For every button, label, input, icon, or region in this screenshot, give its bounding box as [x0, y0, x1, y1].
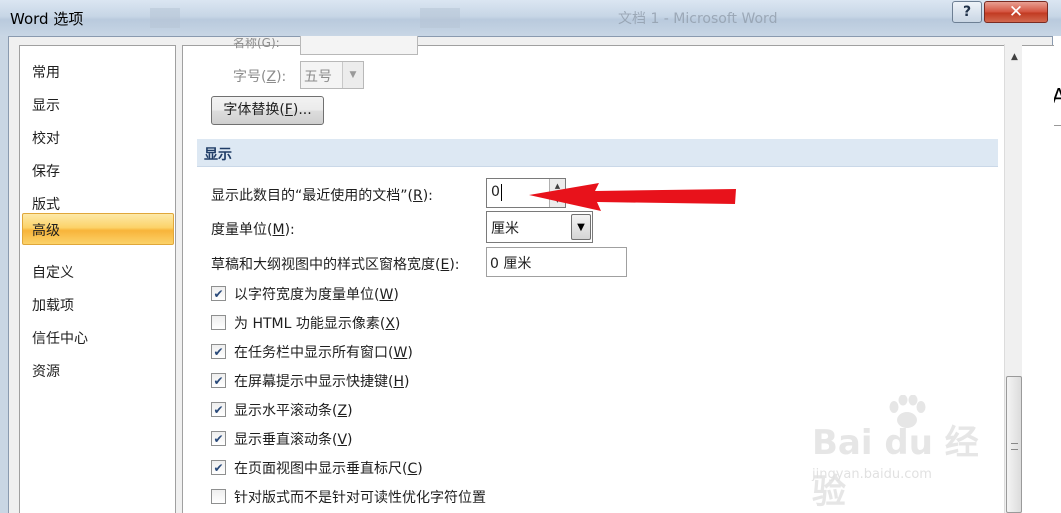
font-substitution-button[interactable]: 字体替换(F)... — [211, 96, 324, 125]
checkbox-label: 以字符宽度为度量单位(W) — [234, 287, 399, 303]
nav-item-trust-center[interactable]: 信任中心 — [32, 328, 88, 348]
chevron-down-icon[interactable]: ▼ — [571, 214, 591, 240]
nav-item-proofing[interactable]: 校对 — [32, 128, 60, 148]
watermark-logo: Bai du 经验 — [812, 423, 979, 512]
title-bar: Word 选项 文档 1 - Microsoft Word ? ✕ — [0, 0, 1061, 36]
nav-item-advanced[interactable]: 高级 — [22, 213, 174, 245]
window-title: Word 选项 — [10, 10, 84, 28]
units-value: 厘米 — [491, 221, 519, 237]
checkbox[interactable] — [211, 489, 226, 504]
checkbox[interactable]: ✔ — [211, 431, 226, 446]
display-section-header: 显示 — [197, 139, 998, 167]
section-title: 显示 — [204, 147, 232, 163]
watermark-url: jingyan.baidu.com — [812, 467, 932, 482]
checkbox[interactable]: ✔ — [211, 373, 226, 388]
nav-item-resources[interactable]: 资源 — [32, 361, 60, 381]
units-label: 度量单位(M): — [211, 222, 295, 238]
checkbox-label: 在页面视图中显示垂直标尺(C) — [234, 461, 423, 477]
font-size-value: 五号 — [304, 69, 332, 85]
checkbox[interactable]: ✔ — [211, 344, 226, 359]
category-list: 常用 显示 校对 保存 版式 高级 自定义 加载项 信任中心 资源 — [19, 45, 176, 513]
chevron-down-icon: ▼ — [342, 62, 363, 88]
font-size-combo[interactable]: 五号 ▼ — [300, 61, 364, 89]
grip-icon — [1011, 443, 1018, 450]
checkbox-label: 为 HTML 功能显示像素(X) — [234, 316, 401, 332]
background-app-title: 文档 1 - Microsoft Word — [618, 11, 778, 27]
style-area-width-input[interactable]: 0 厘米 — [486, 247, 627, 277]
nav-item-advanced-label: 高级 — [32, 223, 60, 239]
font-name-combo-partial[interactable] — [300, 36, 418, 55]
units-combo[interactable]: 厘米 ▼ — [486, 211, 593, 243]
checkbox[interactable]: ✔ — [211, 286, 226, 301]
help-button[interactable]: ? — [952, 1, 982, 23]
checkbox-label: 显示垂直滚动条(V) — [234, 432, 353, 448]
scroll-up-icon[interactable]: ▲ — [1011, 52, 1018, 62]
nav-item-customize[interactable]: 自定义 — [32, 262, 74, 282]
recent-docs-value: 0 — [491, 184, 500, 200]
checkbox-label: 在任务栏中显示所有窗口(W) — [234, 345, 413, 361]
checkbox[interactable]: ✔ — [211, 460, 226, 475]
background-divider — [1053, 125, 1061, 126]
nav-item-save[interactable]: 保存 — [32, 161, 60, 181]
close-button[interactable]: ✕ — [984, 1, 1048, 23]
checkbox-label: 在屏幕提示中显示快捷键(H) — [234, 374, 410, 390]
background-toolbar-ghost — [420, 8, 460, 28]
checkbox[interactable] — [211, 315, 226, 330]
checkbox-label: 针对版式而不是针对可读性优化字符位置 — [234, 490, 486, 506]
nav-item-display[interactable]: 显示 — [32, 95, 60, 115]
nav-item-addins[interactable]: 加载项 — [32, 295, 74, 315]
scroll-thumb[interactable] — [1006, 376, 1022, 513]
style-area-label: 草稿和大纲视图中的样式区窗格宽度(E): — [211, 257, 460, 273]
watermark: Bai du 经验 jingyan.baidu.com — [812, 395, 1002, 512]
vertical-scrollbar[interactable]: ▲ — [1004, 44, 1022, 513]
annotation-arrow-icon — [529, 183, 736, 211]
checkbox-label: 显示水平滚动条(Z) — [234, 403, 353, 419]
text-caret — [501, 184, 502, 201]
nav-item-common[interactable]: 常用 — [32, 62, 60, 82]
background-toolbar-ghost — [150, 8, 180, 28]
font-size-label: 字号(Z): — [233, 69, 287, 85]
checkbox[interactable]: ✔ — [211, 402, 226, 417]
nav-item-typography[interactable]: 版式 — [32, 194, 60, 214]
recent-docs-label: 显示此数目的“最近使用的文档”(R): — [211, 188, 433, 204]
style-area-width-value: 0 厘米 — [490, 256, 532, 272]
